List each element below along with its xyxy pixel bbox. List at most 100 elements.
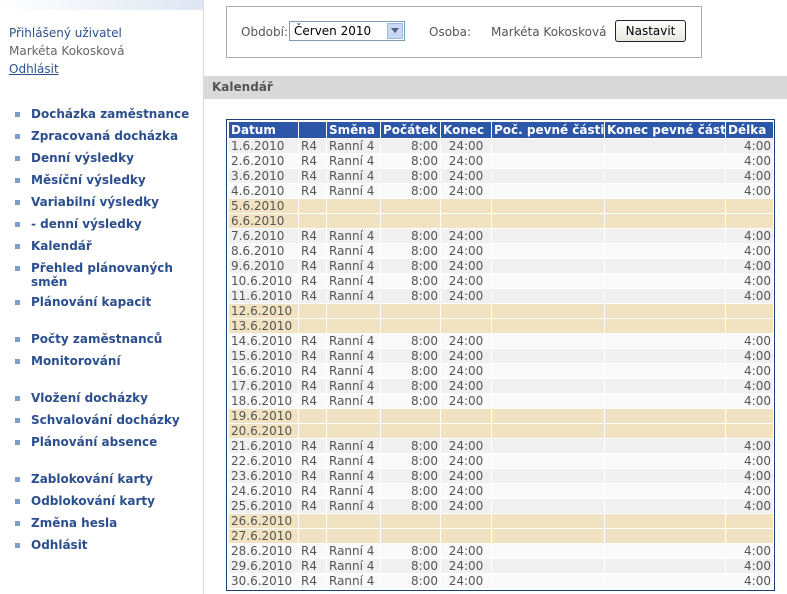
bullet-icon	[15, 134, 20, 139]
table-cell: Ranní 4	[326, 258, 381, 274]
table-cell	[326, 528, 381, 544]
table-cell	[604, 543, 726, 559]
table-cell	[725, 318, 774, 334]
table-row: 4.6.2010 R4 Ranní 4 8:00 24:00 4:00	[228, 183, 774, 199]
table-cell: R4	[298, 378, 327, 394]
table-cell	[491, 258, 605, 274]
table-cell: Ranní 4	[326, 438, 381, 454]
bullet-icon	[15, 521, 20, 526]
table-cell: R4	[298, 333, 327, 349]
sidebar-item[interactable]: Počty zaměstnanců	[15, 332, 200, 354]
sidebar-item[interactable]: Přehled plánovaných směn	[15, 261, 200, 295]
table-cell	[440, 198, 492, 214]
table-cell: 4:00	[725, 258, 774, 274]
table-cell	[491, 183, 605, 199]
table-cell: Ranní 4	[326, 288, 381, 304]
table-cell	[491, 423, 605, 439]
sidebar-item[interactable]: Změna hesla	[15, 516, 200, 538]
table-cell: Ranní 4	[326, 543, 381, 559]
table-cell	[491, 228, 605, 244]
logout-link[interactable]: Odhlásit	[9, 61, 59, 77]
table-row: 28.6.2010 R4 Ranní 4 8:00 24:00 4:00	[228, 543, 774, 559]
table-cell: 14.6.2010	[228, 333, 299, 349]
sidebar-item[interactable]: Variabilní výsledky	[15, 195, 200, 217]
table-cell: R4	[298, 138, 327, 154]
table-cell: R4	[298, 153, 327, 169]
table-cell: 8:00	[380, 258, 441, 274]
table-cell	[298, 213, 327, 229]
sidebar-item[interactable]: Plánování absence	[15, 435, 200, 457]
bullet-icon	[15, 112, 20, 117]
table-cell: 8:00	[380, 138, 441, 154]
table-cell	[491, 348, 605, 364]
set-button[interactable]: Nastavit	[615, 20, 686, 42]
bullet-icon	[15, 300, 20, 305]
table-cell: 4:00	[725, 393, 774, 409]
table-cell: 8:00	[380, 483, 441, 499]
table-cell: 24:00	[440, 483, 492, 499]
table-cell	[604, 243, 726, 259]
sidebar-item[interactable]: - denní výsledky	[15, 217, 200, 239]
sidebar-item[interactable]: Docházka zaměstnance	[15, 107, 200, 129]
table-cell: R4	[298, 558, 327, 574]
sidebar-item[interactable]: Měsíční výsledky	[15, 173, 200, 195]
table-cell	[604, 198, 726, 214]
table-row: 25.6.2010 R4 Ranní 4 8:00 24:00 4:00	[228, 498, 774, 514]
sidebar-item[interactable]: Odblokování karty	[15, 494, 200, 516]
table-cell: Ranní 4	[326, 273, 381, 289]
table-cell: 4:00	[725, 183, 774, 199]
sidebar-item[interactable]: Kalendář	[15, 239, 200, 261]
table-cell: R4	[298, 273, 327, 289]
table-cell: 4:00	[725, 543, 774, 559]
table-cell: 13.6.2010	[228, 318, 299, 334]
sidebar-item-label: Plánování absence	[31, 435, 158, 449]
table-cell: Ranní 4	[326, 558, 381, 574]
table-cell	[491, 378, 605, 394]
table-cell: 11.6.2010	[228, 288, 299, 304]
table-cell: 23.6.2010	[228, 468, 299, 484]
sidebar-item[interactable]: Zablokování karty	[15, 472, 200, 494]
sidebar-item[interactable]: Vložení docházky	[15, 391, 200, 413]
sidebar-item-label: Odblokování karty	[31, 494, 155, 508]
table-cell	[604, 138, 726, 154]
table-cell	[604, 423, 726, 439]
table-cell	[491, 168, 605, 184]
table-cell: 29.6.2010	[228, 558, 299, 574]
sidebar-item[interactable]: Monitorování	[15, 354, 200, 376]
table-cell	[491, 138, 605, 154]
table-cell: 8:00	[380, 333, 441, 349]
bullet-icon	[15, 396, 20, 401]
table-cell: Ranní 4	[326, 348, 381, 364]
table-row: 5.6.2010	[228, 198, 774, 214]
table-cell: 24:00	[440, 228, 492, 244]
table-cell: 20.6.2010	[228, 423, 299, 439]
bullet-icon	[15, 440, 20, 445]
period-select[interactable]: Červen 2010	[289, 21, 405, 41]
table-cell	[491, 303, 605, 319]
table-cell	[725, 423, 774, 439]
table-cell: 2.6.2010	[228, 153, 299, 169]
table-cell	[440, 408, 492, 424]
table-row: 15.6.2010 R4 Ranní 4 8:00 24:00 4:00	[228, 348, 774, 364]
sidebar-item[interactable]: Plánování kapacit	[15, 295, 200, 317]
sidebar-item-label: Měsíční výsledky	[31, 173, 146, 187]
table-cell: Ranní 4	[326, 573, 381, 589]
table-cell	[326, 408, 381, 424]
table-cell: R4	[298, 363, 327, 379]
nav-group: Zablokování karty Odblokování karty Změna …	[15, 472, 200, 560]
sidebar-item-label: Denní výsledky	[31, 151, 134, 165]
dropdown-arrow-icon[interactable]	[387, 23, 403, 39]
sidebar-item-label: Vložení docházky	[31, 391, 148, 405]
table-cell: 24:00	[440, 273, 492, 289]
table-cell: R4	[298, 393, 327, 409]
sidebar-item[interactable]: Zpracovaná docházka	[15, 129, 200, 151]
table-cell: 4:00	[725, 558, 774, 574]
table-cell	[604, 348, 726, 364]
table-cell: 4:00	[725, 438, 774, 454]
table-row: 22.6.2010 R4 Ranní 4 8:00 24:00 4:00	[228, 453, 774, 469]
sidebar-item[interactable]: Odhlásit	[15, 538, 200, 560]
table-cell: R4	[298, 498, 327, 514]
table-cell: 4:00	[725, 378, 774, 394]
sidebar-item[interactable]: Denní výsledky	[15, 151, 200, 173]
sidebar-item[interactable]: Schvalování docházky	[15, 413, 200, 435]
